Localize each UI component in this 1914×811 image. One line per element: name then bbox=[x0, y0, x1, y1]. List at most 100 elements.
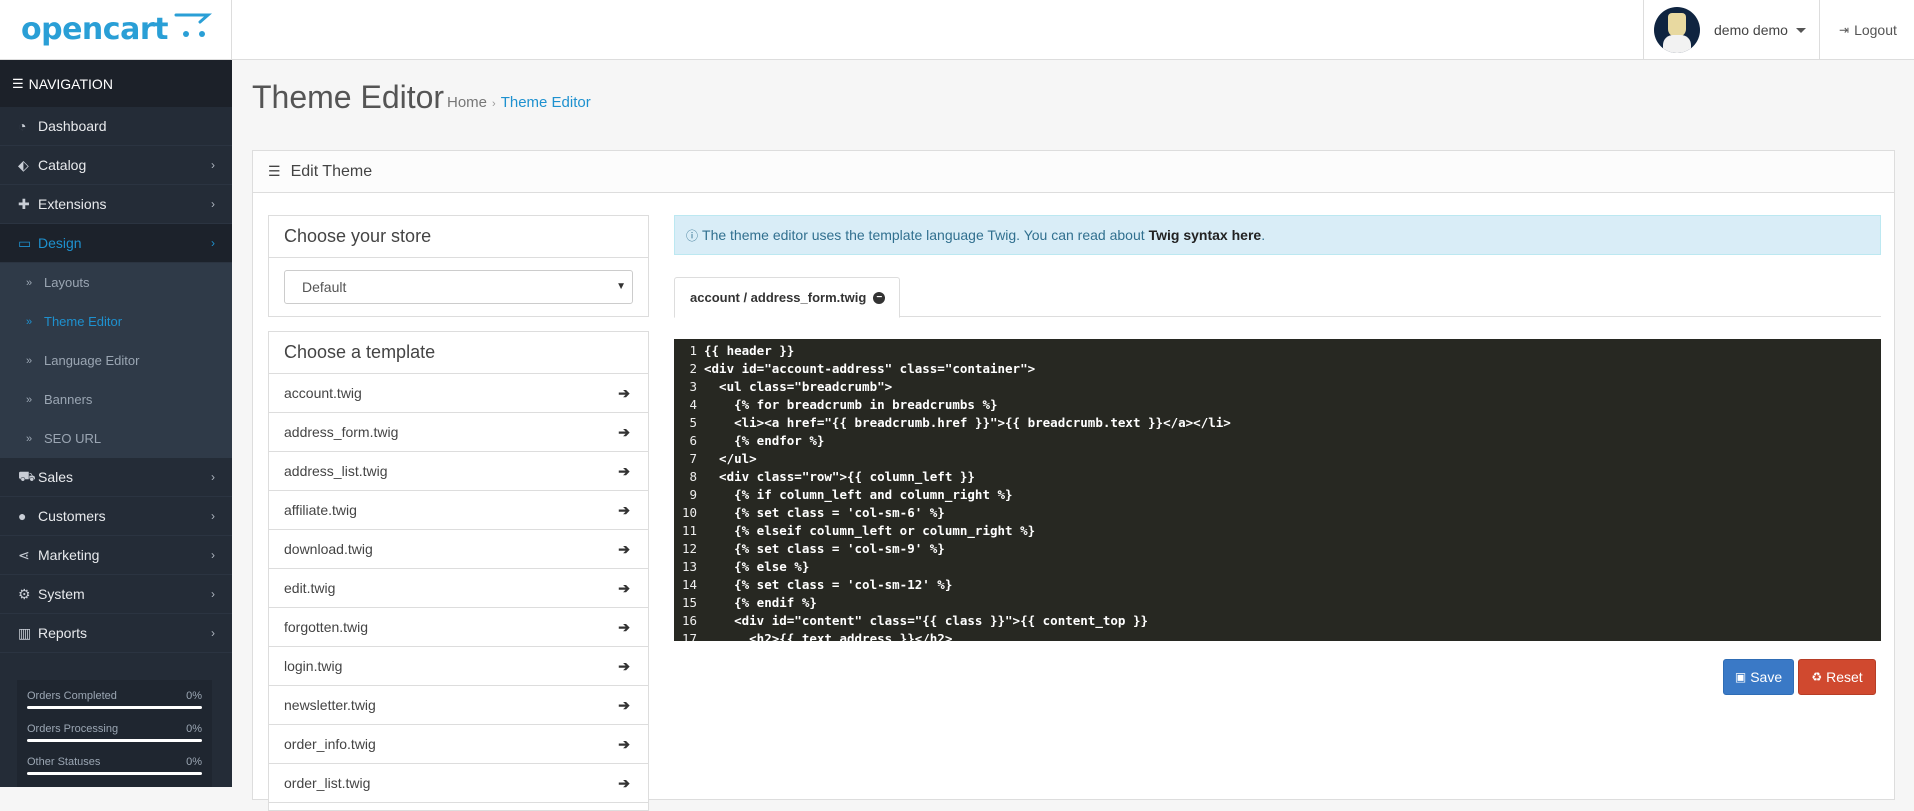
template-item[interactable]: account.twig ➔ bbox=[269, 374, 648, 413]
chevron-right-icon: › bbox=[211, 470, 215, 484]
line-number: 1 bbox=[689, 343, 697, 358]
breadcrumb: Home › Theme Editor bbox=[447, 94, 591, 111]
line-number: 17 bbox=[681, 631, 697, 641]
sidebar-item-sales[interactable]: ⛟ Sales › bbox=[0, 458, 232, 497]
breadcrumb-home[interactable]: Home bbox=[447, 94, 487, 111]
template-item-label: address_list.twig bbox=[284, 463, 388, 479]
template-item[interactable]: newsletter.twig ➔ bbox=[269, 686, 648, 725]
save-icon: ▣ bbox=[1734, 670, 1747, 684]
progress-bar bbox=[27, 739, 202, 742]
code-text: </ul> bbox=[704, 451, 757, 466]
template-item-label: order_list.twig bbox=[284, 775, 371, 791]
template-item[interactable]: affiliate.twig ➔ bbox=[269, 491, 648, 530]
breadcrumb-current[interactable]: Theme Editor bbox=[501, 94, 591, 111]
sidebar-item-catalog[interactable]: ⬖ Catalog › bbox=[0, 146, 232, 185]
template-item[interactable]: login.twig ➔ bbox=[269, 647, 648, 686]
code-line: 3 <ul class="breadcrumb"> bbox=[674, 379, 1881, 397]
submenu-item-seo-url[interactable]: » SEO URL bbox=[0, 419, 232, 458]
code-editor[interactable]: 1 {{ header }} 2 <div id="account-address" … bbox=[674, 339, 1881, 641]
stat-label: Orders Completed bbox=[27, 690, 117, 702]
line-number: 8 bbox=[689, 469, 697, 484]
sidebar-item-customers[interactable]: ● Customers › bbox=[0, 497, 232, 536]
double-chevron-icon: » bbox=[26, 393, 33, 406]
info-alert: ⓘ The theme editor uses the template lan… bbox=[674, 215, 1881, 255]
tab-address-form[interactable]: account / address_form.twig − bbox=[674, 277, 901, 318]
sidebar-item-label: Dashboard bbox=[38, 118, 107, 134]
line-number: 10 bbox=[681, 505, 697, 520]
user-menu[interactable]: demo demo bbox=[1643, 0, 1819, 60]
code-text: {% for breadcrumb in breadcrumbs %} bbox=[704, 397, 998, 412]
arrow-right-icon: ➔ bbox=[618, 462, 630, 479]
code-text: {% set class = 'col-sm-12' %} bbox=[704, 577, 953, 592]
puzzle-icon: ✚ bbox=[18, 195, 30, 212]
navigation-toggle[interactable]: ☰ NAVIGATION bbox=[0, 60, 232, 107]
submenu-label: Language Editor bbox=[44, 353, 140, 368]
arrow-right-icon: ➔ bbox=[618, 618, 630, 635]
arrow-right-icon: ➔ bbox=[618, 423, 630, 440]
twig-syntax-link[interactable]: Twig syntax here bbox=[1149, 227, 1262, 243]
template-item[interactable]: address_form.twig ➔ bbox=[269, 413, 648, 452]
template-item[interactable]: order_info.twig ➔ bbox=[269, 725, 648, 764]
line-number: 14 bbox=[681, 577, 697, 592]
sidebar-item-label: Catalog bbox=[38, 157, 87, 173]
line-number: 6 bbox=[689, 433, 697, 448]
submenu-item-banners[interactable]: » Banners bbox=[0, 380, 232, 419]
sidebar-item-design[interactable]: ▭ Design › bbox=[0, 224, 232, 263]
chevron-right-icon: › bbox=[211, 158, 215, 172]
submenu-item-theme-editor[interactable]: » Theme Editor bbox=[0, 302, 232, 341]
sidebar-item-dashboard[interactable]: ◔ Dashboard bbox=[0, 107, 232, 146]
template-item[interactable]: download.twig ➔ bbox=[269, 530, 648, 569]
top-header: opencart demo demo ⇥ Logout bbox=[0, 0, 1914, 60]
reset-button[interactable]: ♻ Reset bbox=[1798, 659, 1876, 695]
user-name: demo demo bbox=[1714, 22, 1788, 38]
code-text: {% else %} bbox=[704, 559, 810, 574]
template-item[interactable]: address_list.twig ➔ bbox=[269, 452, 648, 491]
arrow-right-icon: ➔ bbox=[618, 384, 630, 401]
line-number: 11 bbox=[681, 523, 697, 538]
logout-button[interactable]: ⇥ Logout bbox=[1819, 0, 1914, 60]
code-text: {% set class = 'col-sm-9' %} bbox=[704, 541, 945, 556]
edit-theme-panel: ☰ Edit Theme Choose your store Default ▼… bbox=[252, 150, 1895, 811]
sidebar-item-label: Extensions bbox=[38, 196, 107, 212]
save-label: Save bbox=[1750, 669, 1783, 685]
line-number: 13 bbox=[681, 559, 697, 574]
arrow-right-icon: ➔ bbox=[618, 735, 630, 752]
template-item-label: address_form.twig bbox=[284, 424, 399, 440]
template-item[interactable]: order_list.twig ➔ bbox=[269, 764, 648, 803]
template-item-label: forgotten.twig bbox=[284, 619, 369, 635]
template-item[interactable]: edit.twig ➔ bbox=[269, 569, 648, 608]
panel-heading: ☰ Edit Theme bbox=[253, 151, 1894, 193]
info-end: . bbox=[1261, 227, 1266, 243]
code-line: 5 <li><a href="{{ breadcrumb.href }}">{{… bbox=[674, 415, 1881, 433]
file-tabs: account / address_form.twig − bbox=[674, 277, 1881, 318]
page-title: Theme Editor bbox=[252, 79, 445, 115]
submenu-label: Layouts bbox=[44, 275, 90, 290]
chevron-right-icon: › bbox=[211, 548, 215, 562]
template-item[interactable]: forgotten.twig ➔ bbox=[269, 608, 648, 647]
sidebar-item-extensions[interactable]: ✚ Extensions › bbox=[0, 185, 232, 224]
arrow-right-icon: ➔ bbox=[618, 501, 630, 518]
panel-title: Edit Theme bbox=[290, 162, 373, 180]
store-select[interactable]: Default ▼ bbox=[284, 270, 633, 304]
close-tab-icon[interactable]: − bbox=[873, 291, 886, 304]
main-content: Theme Editor Home › Theme Editor ☰ Edit Th… bbox=[232, 60, 1914, 811]
code-text: {% endfor %} bbox=[704, 433, 825, 448]
sidebar-item-marketing[interactable]: ⋖ Marketing › bbox=[0, 536, 232, 575]
double-chevron-icon: » bbox=[26, 432, 33, 445]
chevron-right-icon: › bbox=[211, 587, 215, 601]
stat-value: 0% bbox=[186, 756, 202, 768]
sidebar-item-reports[interactable]: ▥ Reports › bbox=[0, 614, 232, 653]
line-number: 9 bbox=[689, 487, 697, 502]
opencart-logo[interactable]: opencart bbox=[0, 0, 232, 60]
sidebar: ☰ NAVIGATION ◔ Dashboard ⬖ Catalog › ✚ E… bbox=[0, 60, 232, 787]
caret-down-icon bbox=[1795, 27, 1806, 33]
order-stats: Orders Completed 0% Orders Processing 0% O… bbox=[17, 680, 212, 787]
submenu-item-language-editor[interactable]: » Language Editor bbox=[0, 341, 232, 380]
sidebar-item-label: Reports bbox=[38, 625, 88, 641]
sidebar-item-system[interactable]: ⚙ System › bbox=[0, 575, 232, 614]
template-item-label: download.twig bbox=[284, 541, 373, 557]
submenu-item-layouts[interactable]: » Layouts bbox=[0, 263, 232, 302]
code-text: <h2>{{ text_address }}</h2> bbox=[704, 631, 953, 641]
code-line: 4 {% for breadcrumb in breadcrumbs %} bbox=[674, 397, 1881, 415]
save-button[interactable]: ▣ Save bbox=[1723, 659, 1794, 695]
